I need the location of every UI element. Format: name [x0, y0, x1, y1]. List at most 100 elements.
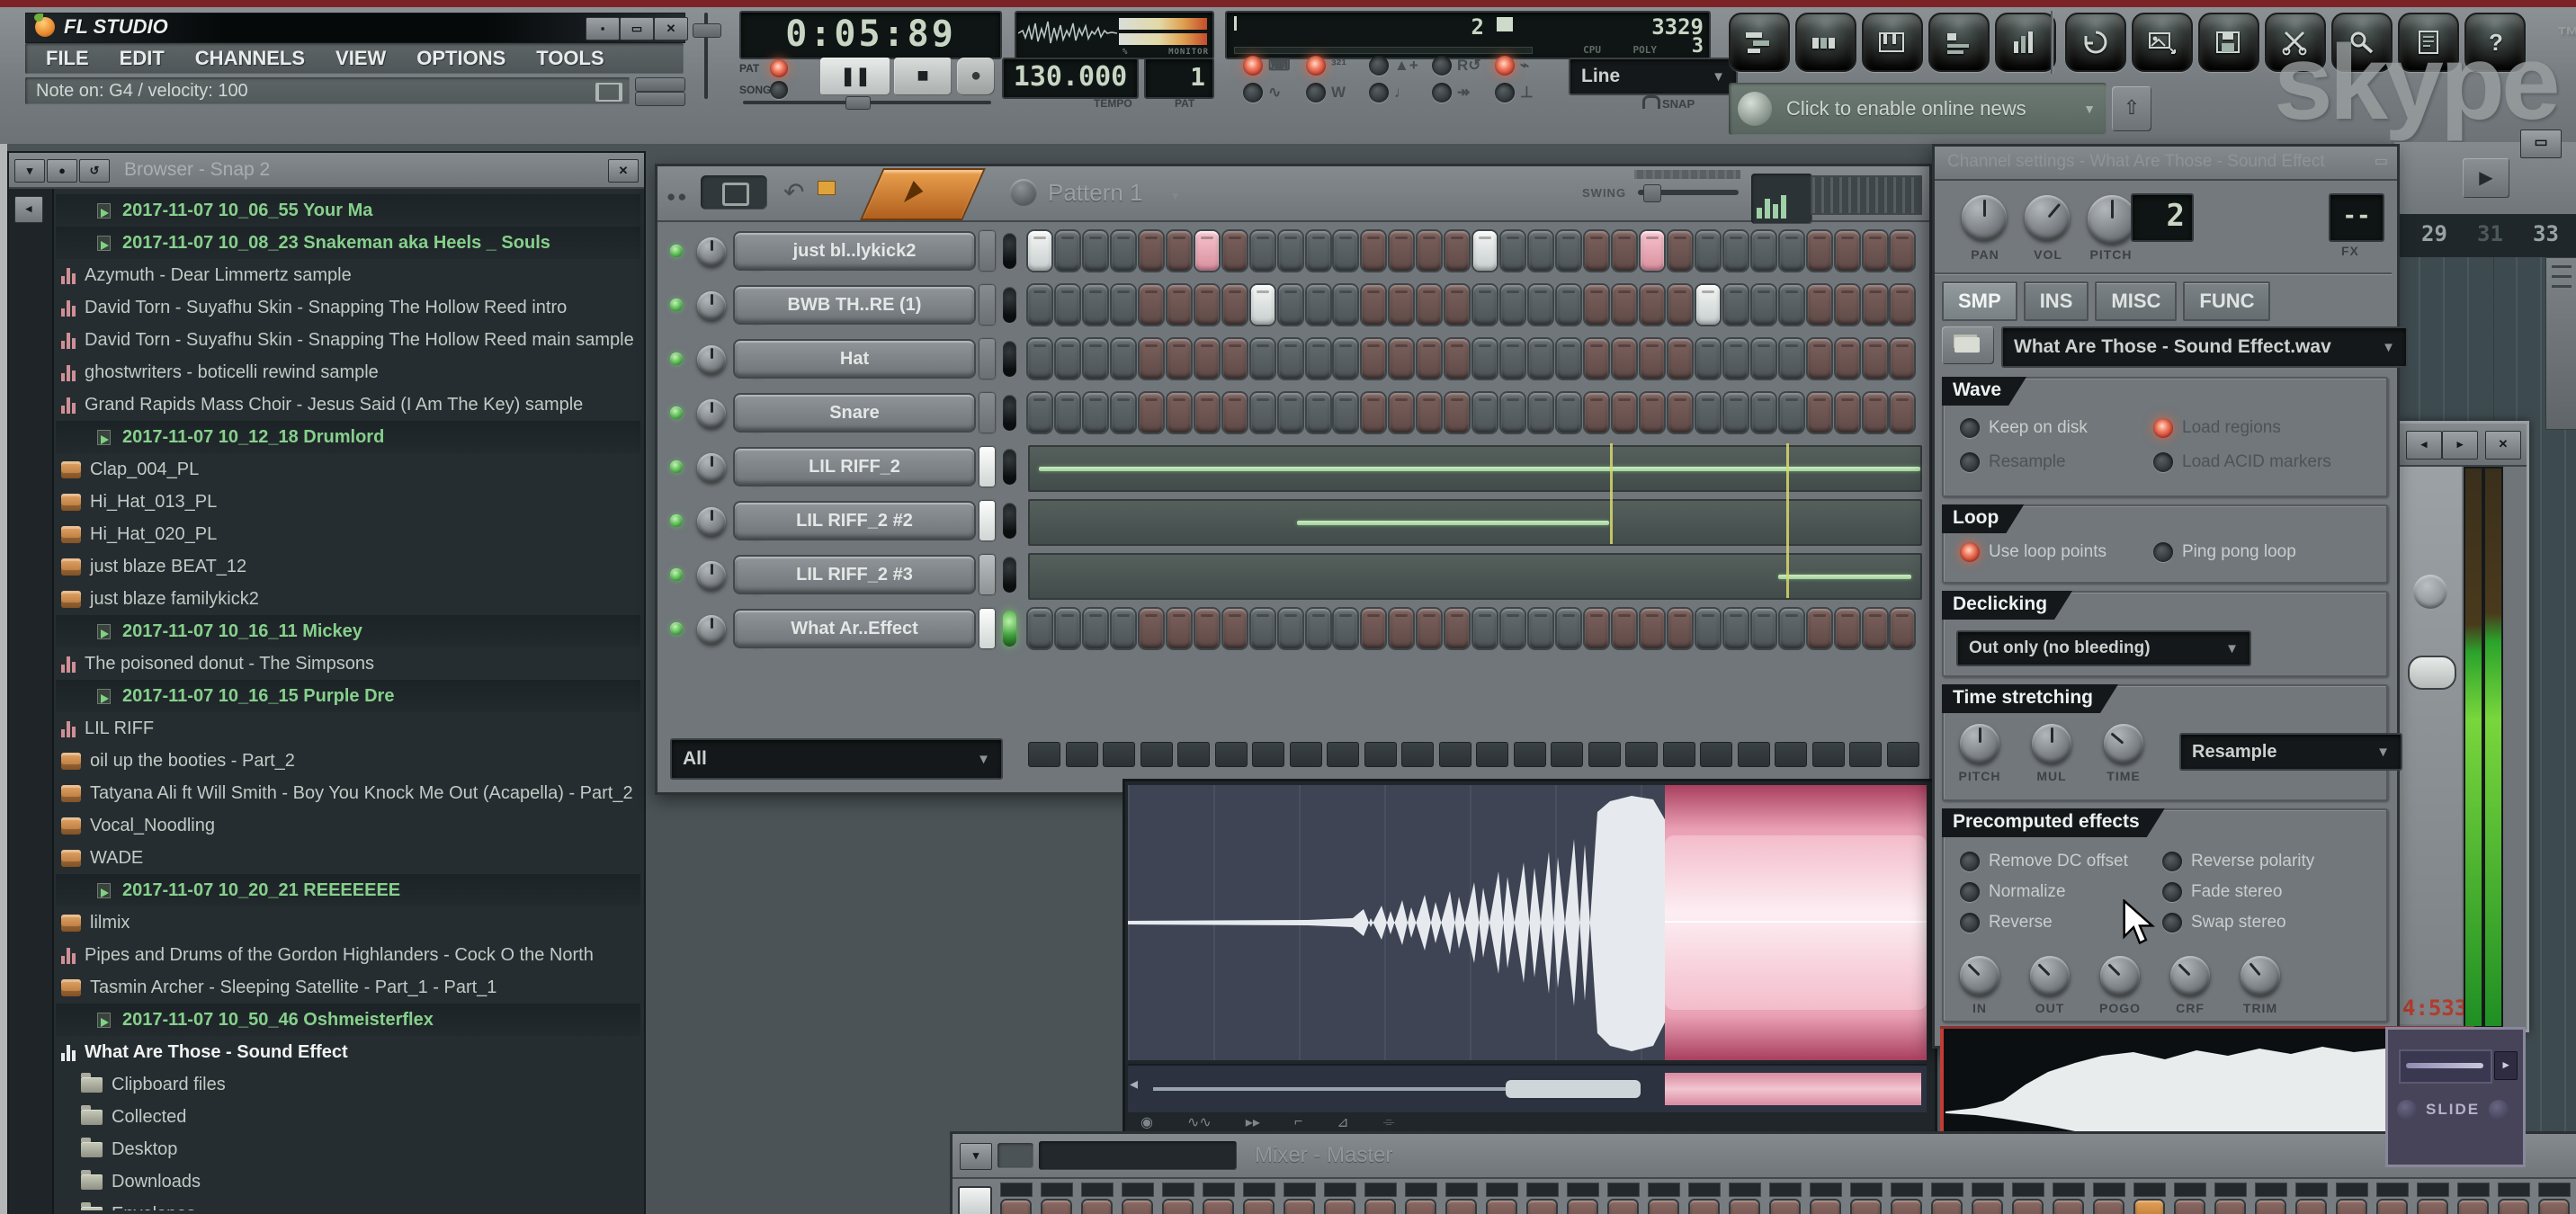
keyboard-key[interactable] [1849, 742, 1882, 767]
mixer-strip-button[interactable] [1488, 1201, 1516, 1214]
overdub-toggle[interactable] [1432, 83, 1452, 103]
step-cell[interactable] [1724, 393, 1748, 433]
step-cell[interactable] [1362, 609, 1385, 648]
meter-pill-button[interactable] [2408, 656, 2456, 690]
meter-close-button[interactable]: ✕ [2485, 431, 2521, 460]
pat-song-switch[interactable]: PAT SONG [739, 59, 815, 99]
channel-pan-knob[interactable] [697, 453, 726, 482]
mixer-strip[interactable] [997, 1183, 1035, 1214]
step-cell[interactable] [1641, 393, 1664, 433]
browser-item[interactable]: Tatyana Ali ft Will Smith - Boy You Knoc… [56, 777, 640, 809]
mixer-strip-button[interactable] [2419, 1201, 2446, 1214]
mixer-strip-button[interactable] [2500, 1201, 2527, 1214]
mixer-strip[interactable] [1281, 1183, 1319, 1214]
channel-pan-knob[interactable] [697, 507, 726, 536]
step-cell[interactable] [1780, 393, 1803, 433]
option-led[interactable] [2153, 452, 2173, 472]
step-cell[interactable] [1641, 339, 1664, 379]
channel-enable-led[interactable] [670, 353, 683, 365]
mixer-strip-button[interactable] [1731, 1201, 1758, 1214]
keyboard-key[interactable] [1327, 742, 1359, 767]
channel-mute-led[interactable] [1003, 287, 1016, 323]
mixer-grid-icon[interactable] [997, 1143, 1033, 1168]
channel-enable-led[interactable] [670, 299, 683, 311]
step-cell[interactable] [1112, 393, 1135, 433]
step-cell[interactable] [1140, 231, 1163, 271]
shuffle-slider-thumb[interactable] [845, 96, 871, 110]
piano-roll-button[interactable] [1862, 13, 1923, 72]
option-led[interactable] [2162, 852, 2182, 871]
step-cell[interactable] [1362, 285, 1385, 325]
step-cell[interactable] [1445, 393, 1469, 433]
keyboard-key[interactable] [1215, 742, 1248, 767]
step-cell[interactable] [1390, 231, 1413, 271]
step-cell[interactable] [1473, 339, 1497, 379]
step-cell[interactable] [1808, 609, 1831, 648]
mixer-button[interactable] [1995, 13, 2056, 72]
mixer-strip-button[interactable] [2135, 1201, 2163, 1214]
step-cell[interactable] [1084, 285, 1107, 325]
mixer-strip-button[interactable] [2176, 1201, 2204, 1214]
tab-ins[interactable]: INS [2024, 281, 2089, 321]
step-cell[interactable] [1418, 285, 1441, 325]
fx-display[interactable]: -- [2329, 193, 2384, 242]
hint-stepper-up[interactable] [635, 77, 685, 92]
render-button[interactable] [2132, 13, 2193, 72]
step-cell[interactable] [1167, 285, 1191, 325]
step-cell[interactable] [1167, 609, 1191, 648]
step-cell[interactable] [1251, 231, 1275, 271]
step-cell[interactable] [1864, 285, 1887, 325]
step-cell[interactable] [1195, 231, 1219, 271]
step-cell[interactable] [1362, 339, 1385, 379]
browser-item[interactable]: Tasmin Archer - Sleeping Satellite - Par… [56, 971, 640, 1004]
browser-dot-button[interactable]: ● [47, 159, 77, 183]
step-cell[interactable] [1836, 231, 1859, 271]
sample-file-selector[interactable]: What Are Those - Sound Effect.wav ▼ [2001, 326, 2408, 368]
step-cell[interactable] [1056, 231, 1079, 271]
browser-item[interactable]: lilmix [56, 906, 640, 939]
mixer-strip[interactable] [1888, 1183, 1926, 1214]
keyboard-key[interactable] [1738, 742, 1770, 767]
mixer-strip[interactable] [1605, 1183, 1642, 1214]
browser-item[interactable]: Collected [56, 1101, 640, 1133]
step-cell[interactable] [1307, 393, 1330, 433]
pattern-clip-icon[interactable] [860, 168, 986, 220]
channel-mute-led[interactable] [1003, 611, 1016, 647]
mixer-strip-button[interactable] [1123, 1201, 1151, 1214]
browser-close-button[interactable]: ✕ [608, 159, 639, 183]
tab-func[interactable]: FUNC [2183, 281, 2270, 321]
step-cell[interactable] [1891, 231, 1914, 271]
step-cell[interactable] [1390, 393, 1413, 433]
step-cell[interactable] [1724, 285, 1748, 325]
step-cell[interactable] [1585, 339, 1608, 379]
pattern-chevron-icon[interactable]: ▾ [1172, 188, 1178, 203]
channel-enable-led[interactable] [670, 568, 683, 581]
browser-item[interactable]: 2017-11-07 10_16_11 Mickey [56, 615, 640, 647]
playlist-maximize-button[interactable]: ▭ [2520, 129, 2562, 158]
mixer-strip[interactable] [1807, 1183, 1845, 1214]
step-cell[interactable] [1641, 609, 1664, 648]
channel-select-indicator[interactable] [979, 339, 995, 379]
step-cell[interactable] [1445, 339, 1469, 379]
step-cell[interactable] [1585, 285, 1608, 325]
browser-item[interactable]: ghostwriters - boticelli rewind sample [56, 356, 640, 388]
step-cell[interactable] [1696, 285, 1720, 325]
save-button[interactable] [2198, 13, 2259, 72]
channel-name-button[interactable]: Snare [733, 393, 976, 433]
step-cell[interactable] [1501, 609, 1525, 648]
step-cell[interactable] [1529, 393, 1552, 433]
step-cell[interactable] [1808, 393, 1831, 433]
mixer-strip[interactable] [2212, 1183, 2250, 1214]
step-cell[interactable] [1056, 285, 1079, 325]
browser-item[interactable]: Hi_Hat_013_PL [56, 486, 640, 518]
step-cell[interactable] [1891, 285, 1914, 325]
option-led[interactable] [2162, 882, 2182, 902]
line-in-toggle[interactable] [1495, 56, 1515, 76]
step-cell[interactable] [1585, 393, 1608, 433]
step-cell[interactable] [1696, 231, 1720, 271]
browser-item[interactable]: Azymuth - Dear Limmertz sample [56, 259, 640, 291]
mixer-strip[interactable] [1767, 1183, 1804, 1214]
step-cell[interactable] [1167, 339, 1191, 379]
channel-settings-pin-icon[interactable]: ▭ [2375, 152, 2388, 170]
step-cell[interactable] [1140, 609, 1163, 648]
